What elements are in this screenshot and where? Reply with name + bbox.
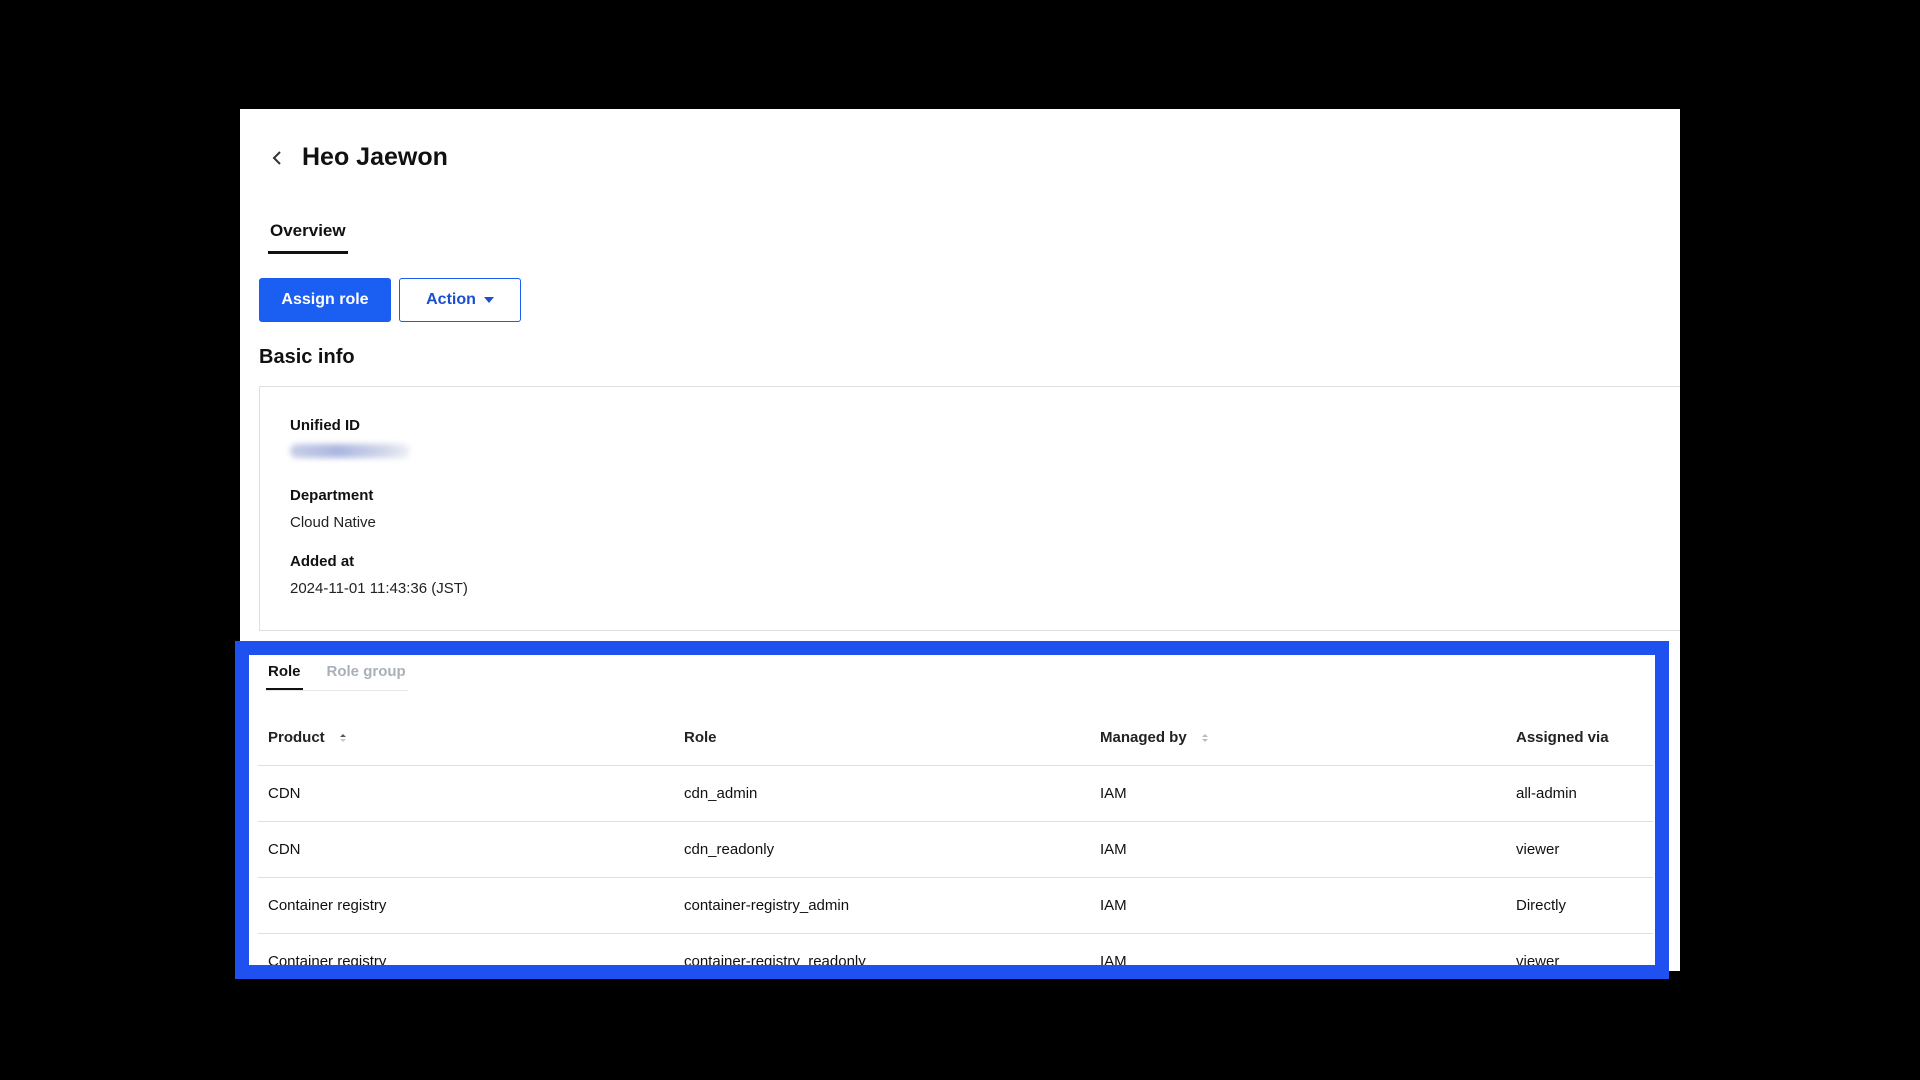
tab-overview[interactable]: Overview xyxy=(268,221,348,254)
action-dropdown-button[interactable]: Action xyxy=(399,278,521,322)
sort-icon[interactable] xyxy=(339,732,347,744)
role-tabs: Role Role group xyxy=(266,663,408,691)
role-section-highlight: Role Role group Product Role Managed by … xyxy=(235,641,1669,979)
tab-role-group[interactable]: Role group xyxy=(325,663,408,690)
cell-assigned-via-link[interactable]: viewer xyxy=(1506,821,1653,878)
added-at-label: Added at xyxy=(290,553,355,570)
department-field: Department Cloud Native xyxy=(290,487,376,531)
basic-info-card: Unified ID Department Cloud Native Added… xyxy=(259,386,1680,631)
department-label: Department xyxy=(290,487,374,504)
table-row: Container registry container-registry_ad… xyxy=(258,877,1653,934)
column-header-managed-by[interactable]: Managed by xyxy=(1090,709,1506,766)
cell-managed-by: IAM xyxy=(1090,877,1506,934)
table-row: Container registry container-registry_re… xyxy=(258,933,1653,965)
cell-product: Container registry xyxy=(258,933,674,965)
unified-id-field: Unified ID xyxy=(290,417,410,458)
cell-managed-by: IAM xyxy=(1090,933,1506,965)
cell-role-link[interactable]: cdn_admin xyxy=(674,765,1090,822)
unified-id-value-redacted xyxy=(290,444,410,458)
table-row: CDN cdn_readonly IAM viewer xyxy=(258,821,1653,878)
column-header-assigned-via: Assigned via xyxy=(1506,709,1653,766)
cell-product: Container registry xyxy=(258,877,674,934)
cell-assigned-via-link[interactable]: viewer xyxy=(1506,933,1653,965)
cell-role-link[interactable]: container-registry_admin xyxy=(674,877,1090,934)
table-header-row: Product Role Managed by Assigned via xyxy=(258,709,1653,766)
action-label: Action xyxy=(426,291,476,308)
column-header-product[interactable]: Product xyxy=(258,709,674,766)
table-row: CDN cdn_admin IAM all-admin xyxy=(258,765,1653,822)
page-title: Heo Jaewon xyxy=(302,143,448,171)
basic-info-title: Basic info xyxy=(259,346,355,368)
cell-product: CDN xyxy=(258,821,674,878)
chevron-left-icon[interactable] xyxy=(266,147,288,169)
column-header-role: Role xyxy=(674,709,1090,766)
caret-down-icon xyxy=(483,297,494,303)
tab-role[interactable]: Role xyxy=(266,663,303,690)
cell-managed-by: IAM xyxy=(1090,821,1506,878)
added-at-field: Added at 2024-11-01 11:43:36 (JST) xyxy=(290,553,468,597)
cell-assigned-via: Directly xyxy=(1506,877,1653,934)
added-at-value: 2024-11-01 11:43:36 (JST) xyxy=(290,580,468,597)
department-value: Cloud Native xyxy=(290,514,376,531)
column-header-label: Product xyxy=(268,728,325,746)
roles-table: Product Role Managed by Assigned via CDN… xyxy=(258,709,1653,965)
cell-product: CDN xyxy=(258,765,674,822)
unified-id-label: Unified ID xyxy=(290,417,360,434)
cell-role-link[interactable]: container-registry_readonly xyxy=(674,933,1090,965)
cell-managed-by: IAM xyxy=(1090,765,1506,822)
column-header-label: Managed by xyxy=(1100,728,1187,746)
cell-role-link[interactable]: cdn_readonly xyxy=(674,821,1090,878)
assign-role-button[interactable]: Assign role xyxy=(259,278,391,322)
cell-assigned-via-link[interactable]: all-admin xyxy=(1506,765,1653,822)
toolbar: Assign role Action xyxy=(259,278,521,322)
page-tabs: Overview xyxy=(268,221,348,254)
sort-icon[interactable] xyxy=(1201,732,1209,744)
page-header: Heo Jaewon xyxy=(266,143,448,172)
